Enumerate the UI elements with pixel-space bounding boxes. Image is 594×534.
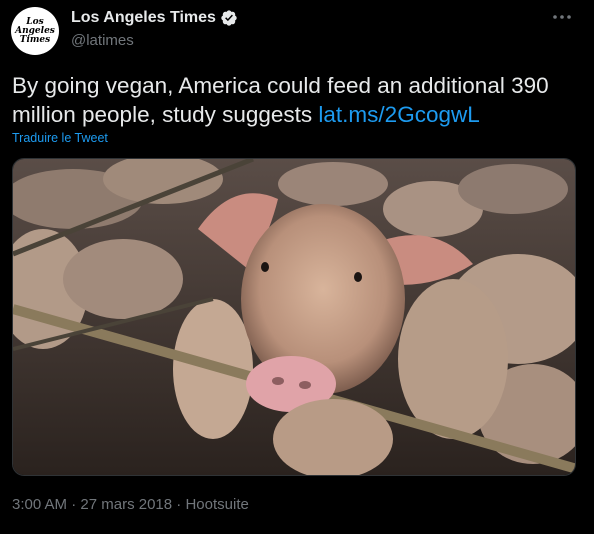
translate-tweet-link[interactable]: Traduire le Tweet <box>12 131 108 145</box>
tweet-text: By going vegan, America could feed an ad… <box>12 71 582 129</box>
tweet-link[interactable]: lat.ms/2GcogwL <box>318 102 479 127</box>
pigs-photo <box>13 159 575 475</box>
tweet-source: Hootsuite <box>185 496 249 513</box>
tweet-date[interactable]: 27 mars 2018 <box>80 496 172 513</box>
handle[interactable]: @latimes <box>71 32 134 49</box>
separator-2: · <box>176 496 182 513</box>
more-options-icon[interactable] <box>550 8 574 26</box>
tweet-image[interactable] <box>12 158 576 476</box>
separator-1: · <box>71 496 77 513</box>
display-name[interactable]: Los Angeles Times <box>71 9 216 27</box>
verified-badge-icon <box>221 10 237 26</box>
tweet-timestamp: 3:00 AM · 27 mars 2018 · Hootsuite <box>12 496 249 513</box>
tweet-time[interactable]: 3:00 AM <box>12 496 67 513</box>
avatar[interactable]: Los Angeles Times <box>11 7 59 55</box>
author-row: Los Angeles Times <box>71 9 238 27</box>
avatar-line-3: Times <box>19 34 51 45</box>
